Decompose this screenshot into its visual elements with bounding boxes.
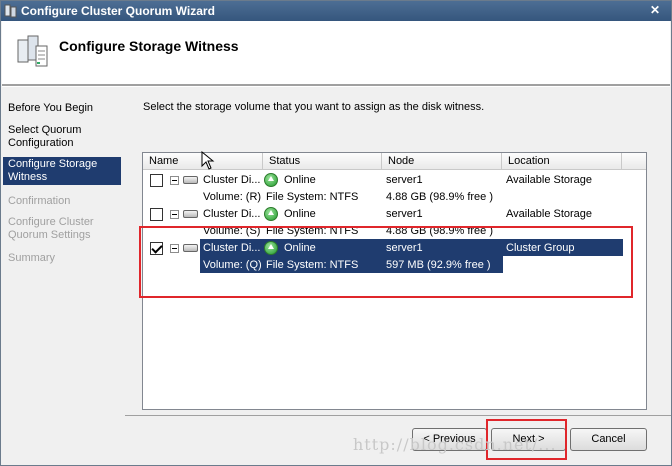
row-checkbox[interactable] xyxy=(150,208,163,221)
cancel-button[interactable]: Cancel xyxy=(570,428,647,451)
collapse-icon[interactable] xyxy=(170,210,179,219)
instruction-text: Select the storage volume that you want … xyxy=(143,101,485,113)
nav-item-summary: Summary xyxy=(8,252,56,264)
disk-icon xyxy=(183,176,198,184)
online-status-icon xyxy=(264,207,278,221)
wizard-app-icon xyxy=(4,4,17,18)
nav-item-configure-storage-witness[interactable]: Configure Storage Witness xyxy=(3,157,121,185)
column-header-filler xyxy=(622,153,646,170)
nav-item-confirmation: Confirmation xyxy=(8,195,71,207)
row-volume: Volume: (R) xyxy=(203,191,262,203)
mouse-cursor-icon xyxy=(201,151,215,170)
row-node: server1 xyxy=(386,174,423,186)
collapse-icon[interactable] xyxy=(170,176,179,185)
cluster-servers-icon xyxy=(17,35,48,67)
wizard-window: Configure Cluster Quorum Wizard ✕ Config… xyxy=(0,0,672,466)
nav-item-configure-cluster-quorum: Configure Cluster Quorum Settings xyxy=(8,216,94,241)
close-icon[interactable]: ✕ xyxy=(643,3,667,19)
online-status-icon xyxy=(264,173,278,187)
annotation-highlight-box xyxy=(139,226,633,298)
page-title: Configure Storage Witness xyxy=(59,38,239,54)
content-pane: Select the storage volume that you want … xyxy=(125,87,671,415)
title-bar[interactable]: Configure Cluster Quorum Wizard ✕ xyxy=(1,1,671,21)
disk-icon xyxy=(183,210,198,218)
row-node: server1 xyxy=(386,208,423,220)
row-checkbox[interactable] xyxy=(150,174,163,187)
page-header: Configure Storage Witness xyxy=(2,21,670,85)
watermark-text: http://blog.csdn.net/... xyxy=(353,435,557,454)
nav-item-before-you-begin[interactable]: Before You Begin xyxy=(3,102,121,115)
row-name: Cluster Di... xyxy=(203,208,261,220)
row-filesystem: File System: NTFS xyxy=(266,191,359,203)
row-status: Online xyxy=(284,208,316,220)
window-title: Configure Cluster Quorum Wizard xyxy=(21,4,215,18)
row-name: Cluster Di... xyxy=(203,174,261,186)
column-header-status[interactable]: Status xyxy=(263,153,382,170)
table-row[interactable]: Cluster Di... Online server1 Available S… xyxy=(143,171,623,205)
wizard-steps-nav: Before You Begin Select Quorum Configura… xyxy=(2,87,123,465)
nav-item-label: Configure Storage Witness xyxy=(8,158,98,183)
column-header-node[interactable]: Node xyxy=(382,153,502,170)
column-header-location[interactable]: Location xyxy=(502,153,622,170)
row-location: Available Storage xyxy=(506,174,593,186)
row-location: Available Storage xyxy=(506,208,593,220)
nav-item-select-quorum[interactable]: Select Quorum Configuration xyxy=(3,124,93,150)
row-size: 4.88 GB (98.9% free ) xyxy=(386,191,493,203)
row-status: Online xyxy=(284,174,316,186)
